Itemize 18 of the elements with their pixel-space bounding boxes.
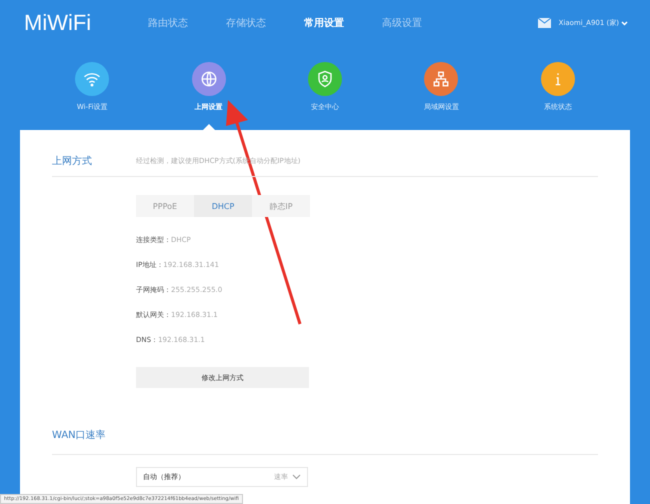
mode-tab[interactable]: 静态IP — [252, 195, 310, 217]
nav-tab[interactable]: 存储状态 — [226, 16, 266, 30]
nav-tab[interactable]: 高级设置 — [382, 16, 422, 30]
shield-icon — [316, 70, 334, 88]
info-icon — [554, 72, 561, 86]
section-title: WAN口速率 — [52, 428, 107, 442]
mode-tab[interactable]: PPPoE — [136, 195, 194, 217]
logo: MiWiFi — [24, 10, 92, 36]
nav-tab[interactable]: 常用设置 — [304, 16, 344, 30]
caret-icon — [292, 474, 301, 480]
nav-tab[interactable]: 路由状态 — [148, 16, 188, 30]
mail-icon[interactable] — [538, 18, 551, 28]
mode-tab[interactable]: DHCP — [194, 195, 252, 217]
chevron-icon — [621, 20, 628, 26]
section-title: 上网方式 — [52, 154, 93, 168]
wifi-icon — [83, 70, 102, 88]
globe-icon — [200, 70, 218, 88]
network-icon — [432, 70, 450, 88]
